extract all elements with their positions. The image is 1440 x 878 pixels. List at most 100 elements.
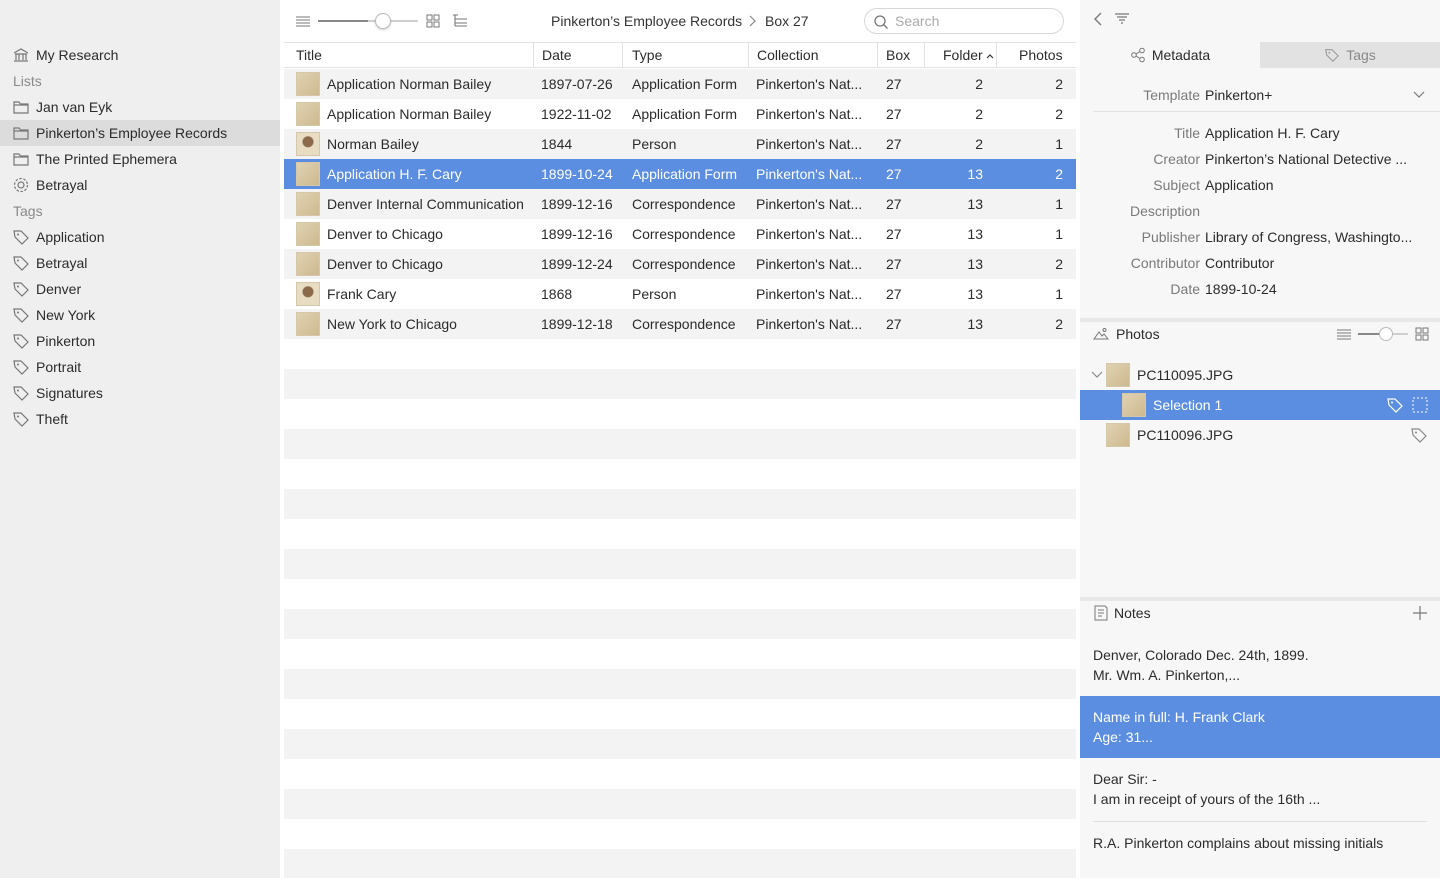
tag-icon	[13, 412, 29, 427]
cell-folder: 2	[975, 106, 983, 122]
sidebar-item-tag[interactable]: Signatures	[0, 380, 280, 406]
tab-tags[interactable]: Tags	[1260, 42, 1440, 68]
metadata-label: Publisher	[1141, 229, 1200, 245]
list-view-icon[interactable]	[1337, 327, 1351, 341]
col-collection[interactable]: Collection	[749, 43, 878, 67]
tree-view-icon[interactable]	[452, 13, 468, 29]
note-line: Name in full: H. Frank Clark	[1093, 709, 1265, 725]
filter-icon[interactable]	[1114, 12, 1130, 26]
back-icon[interactable]	[1092, 11, 1104, 27]
row-thumbnail	[296, 282, 320, 306]
selection-box-icon[interactable]	[1412, 397, 1428, 413]
cell-title: Denver to Chicago	[327, 226, 443, 242]
photo-item[interactable]: PC110096.JPG	[1080, 420, 1440, 450]
gear-icon	[13, 177, 29, 193]
photo-item[interactable]: PC110095.JPG	[1080, 360, 1440, 390]
cell-type: Correspondence	[632, 256, 736, 272]
tag-icon	[13, 230, 29, 245]
col-title[interactable]: Title	[284, 43, 534, 67]
sidebar-item-tag[interactable]: Portrait	[0, 354, 280, 380]
note-item-selected[interactable]: Name in full: H. Frank Clark Age: 31...	[1080, 696, 1440, 758]
zoom-slider-handle[interactable]	[375, 13, 391, 29]
tag-icon[interactable]	[1386, 396, 1404, 414]
plus-icon[interactable]	[1412, 605, 1428, 621]
sidebar-item-tag[interactable]: Theft	[0, 406, 280, 432]
grid-view-icon[interactable]	[426, 14, 440, 28]
metadata-value: 1899-10-24	[1205, 281, 1277, 297]
col-photos[interactable]: Photos	[997, 43, 1076, 67]
cell-type: Correspondence	[632, 196, 736, 212]
selection-item[interactable]: Selection 1	[1080, 390, 1440, 420]
table-row[interactable]: Frank Cary 1868 Person Pinkerton's Nat... 27…	[284, 279, 1076, 309]
metadata-field[interactable]: Date 1899-10-24	[1080, 277, 1440, 303]
table-row[interactable]: Denver Internal Communication 1899-12-16 C…	[284, 189, 1076, 219]
sidebar-item-tag[interactable]: Denver	[0, 276, 280, 302]
chevron-down-icon[interactable]	[1091, 371, 1103, 379]
metadata-field[interactable]: Subject Application	[1080, 173, 1440, 199]
col-folder[interactable]: Folder	[925, 43, 997, 67]
cell-date: 1897-07-26	[541, 76, 613, 92]
sidebar-item-list[interactable]: The Printed Ephemera	[0, 146, 280, 172]
table-row[interactable]: Norman Bailey 1844 Person Pinkerton's Nat..…	[284, 129, 1076, 159]
cell-collection: Pinkerton's Nat...	[756, 196, 863, 212]
note-item[interactable]: Denver, Colorado Dec. 24th, 1899. Mr. Wm…	[1080, 634, 1440, 696]
table-row[interactable]: Application Norman Bailey 1922-11-02 Appli…	[284, 99, 1076, 129]
cell-title: Norman Bailey	[327, 136, 419, 152]
metadata-value: Contributor	[1205, 255, 1275, 271]
cell-photos: 2	[1055, 166, 1063, 182]
sidebar-item-label: Portrait	[36, 359, 82, 375]
table-row[interactable]: Denver to Chicago 1899-12-16 Correspondenc…	[284, 219, 1076, 249]
cell-box: 27	[886, 226, 902, 242]
sidebar-item-label: Theft	[36, 411, 68, 427]
breadcrumb-box[interactable]: Box 27	[765, 13, 809, 29]
cell-type: Correspondence	[632, 226, 736, 242]
sidebar-item-tag[interactable]: Betrayal	[0, 250, 280, 276]
grid-view-icon[interactable]	[1415, 327, 1429, 341]
metadata-field[interactable]: Publisher Library of Congress, Washingto.…	[1080, 225, 1440, 251]
search-input[interactable]: Search	[864, 8, 1064, 34]
tab-metadata[interactable]: Metadata	[1080, 42, 1260, 68]
sidebar-item-tag[interactable]: Pinkerton	[0, 328, 280, 354]
sidebar-item-list-selected[interactable]: Pinkerton’s Employee Records	[0, 120, 280, 146]
tag-icon[interactable]	[1410, 426, 1428, 444]
metadata-value: Application	[1205, 177, 1274, 193]
note-line: R.A. Pinkerton complains about missing i…	[1093, 835, 1384, 851]
empty-row	[284, 369, 1076, 399]
metadata-field[interactable]: Contributor Contributor	[1080, 251, 1440, 277]
cell-title: Application Norman Bailey	[327, 76, 492, 92]
photo-zoom-handle[interactable]	[1379, 327, 1393, 341]
selection-name: Selection 1	[1153, 397, 1223, 413]
table-row[interactable]: Application Norman Bailey 1897-07-26 Appli…	[284, 69, 1076, 99]
note-item[interactable]: R.A. Pinkerton complains about missing i…	[1080, 822, 1440, 867]
table-row[interactable]: Denver to Chicago 1899-12-24 Correspondenc…	[284, 249, 1076, 279]
cell-folder: 13	[967, 286, 983, 302]
col-box[interactable]: Box	[878, 43, 925, 67]
sidebar-item-list[interactable]: Jan van Eyk	[0, 94, 280, 120]
sidebar-item-tag[interactable]: Application	[0, 224, 280, 250]
sidebar-item-my-research[interactable]: My Research	[0, 42, 280, 68]
list-view-icon[interactable]	[296, 14, 310, 28]
table-row-selected[interactable]: Application H. F. Cary 1899-10-24 Applicat…	[284, 159, 1076, 189]
metadata-field[interactable]: Title Application H. F. Cary	[1080, 121, 1440, 147]
cell-box: 27	[886, 136, 902, 152]
cell-collection: Pinkerton's Nat...	[756, 286, 863, 302]
sidebar-item-list[interactable]: Betrayal	[0, 172, 280, 198]
sort-ascending-icon	[986, 54, 994, 59]
sidebar-item-tag[interactable]: New York	[0, 302, 280, 328]
metadata-field[interactable]: Description	[1080, 199, 1440, 225]
row-thumbnail	[296, 252, 320, 276]
row-thumbnail	[296, 72, 320, 96]
col-type[interactable]: Type	[623, 43, 749, 67]
col-date[interactable]: Date	[534, 43, 623, 67]
breadcrumb-list[interactable]: Pinkerton’s Employee Records	[551, 13, 742, 29]
note-item[interactable]: Dear Sir: - I am in receipt of yours of …	[1080, 758, 1440, 821]
main-list: Pinkerton’s Employee Records Box 27 Sear…	[284, 0, 1076, 878]
notes-header: Notes	[1080, 601, 1440, 629]
empty-row	[284, 669, 1076, 699]
template-select[interactable]: Template Pinkerton+	[1093, 82, 1440, 112]
sidebar-item-label: Betrayal	[36, 177, 88, 193]
metadata-field[interactable]: Creator Pinkerton’s National Detective ..…	[1080, 147, 1440, 173]
table-row[interactable]: New York to Chicago 1899-12-18 Corresponde…	[284, 309, 1076, 339]
search-placeholder: Search	[895, 13, 940, 29]
cell-title: Denver to Chicago	[327, 256, 443, 272]
